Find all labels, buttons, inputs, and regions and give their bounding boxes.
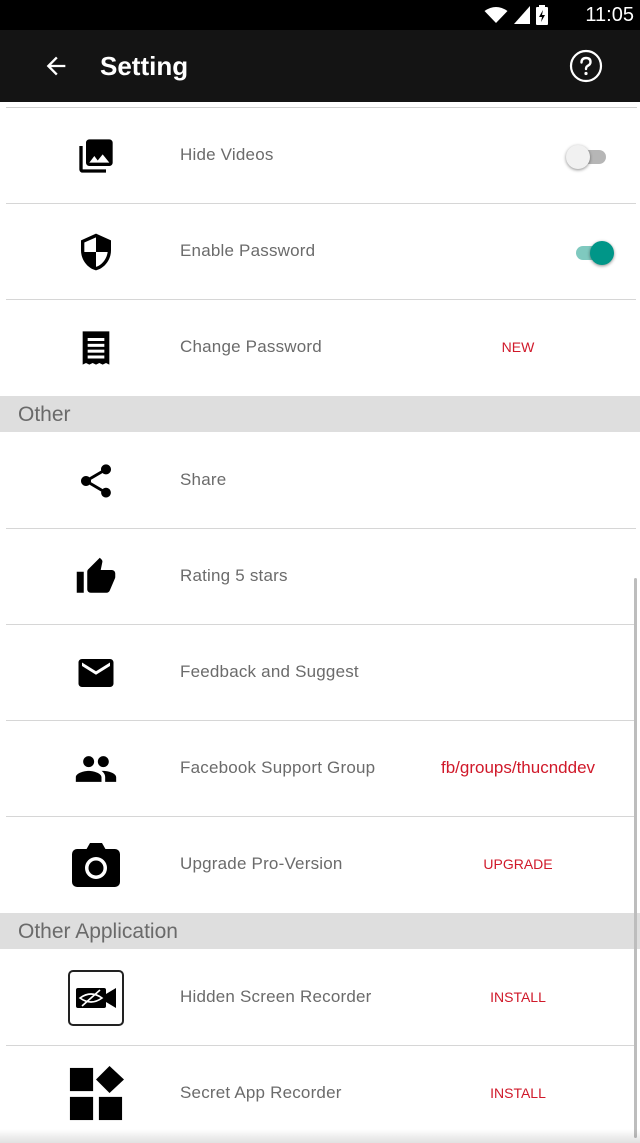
widgets-icon xyxy=(68,1066,124,1122)
scrollbar[interactable] xyxy=(634,578,637,1138)
switch-thumb xyxy=(566,145,590,169)
setting-label: Share xyxy=(180,470,227,489)
shield-icon xyxy=(70,226,122,278)
arrow-left-icon xyxy=(46,56,66,76)
cell-signal-icon xyxy=(514,6,530,24)
hide-videos-switch[interactable] xyxy=(566,138,610,174)
app-label: Secret App Recorder xyxy=(180,1083,342,1102)
facebook-group-link[interactable]: fb/groups/thucnddev xyxy=(400,757,636,779)
bottom-shadow xyxy=(0,1129,640,1143)
setting-row-hide-videos[interactable]: Hide Videos xyxy=(0,108,640,204)
section-title: Other Application xyxy=(18,920,178,943)
status-time: 11:05 xyxy=(585,4,634,26)
setting-label: Change Password xyxy=(180,337,322,356)
app-row-hidden-screen-recorder[interactable]: Hidden Screen Recorder INSTALL xyxy=(0,950,640,1046)
back-button[interactable] xyxy=(38,48,74,84)
setting-row-share[interactable]: Share xyxy=(0,433,640,529)
setting-row-facebook-group[interactable]: Facebook Support Group fb/groups/thucndd… xyxy=(0,721,640,817)
upgrade-button[interactable]: UPGRADE xyxy=(400,855,636,873)
setting-label: Rating 5 stars xyxy=(180,566,288,585)
settings-list: Hide Videos Enable Password Change Passw… xyxy=(0,102,640,1143)
setting-label: Enable Password xyxy=(180,241,316,260)
help-circle-icon xyxy=(569,49,603,83)
section-header-other-application: Other Application xyxy=(0,913,640,949)
section-header-other: Other xyxy=(0,396,640,432)
install-button[interactable]: INSTALL xyxy=(400,1084,636,1102)
setting-row-rating[interactable]: Rating 5 stars xyxy=(0,529,640,625)
switch-thumb xyxy=(590,241,614,265)
mail-icon xyxy=(70,647,122,699)
app-label: Hidden Screen Recorder xyxy=(180,987,372,1006)
setting-label: Hide Videos xyxy=(180,145,274,164)
hidden-recorder-icon xyxy=(68,970,124,1026)
thumbs-up-icon xyxy=(70,551,122,603)
battery-icon xyxy=(536,5,548,25)
setting-label: Facebook Support Group xyxy=(180,758,376,777)
people-icon xyxy=(70,743,122,795)
receipt-icon xyxy=(70,322,122,374)
app-bar: Setting xyxy=(0,30,640,102)
page-title: Setting xyxy=(100,51,189,81)
camera-icon xyxy=(70,839,122,891)
setting-row-change-password[interactable]: Change Password NEW xyxy=(0,300,640,396)
setting-row-feedback[interactable]: Feedback and Suggest xyxy=(0,625,640,721)
status-bar: 11:05 xyxy=(0,0,640,30)
status-icons xyxy=(484,5,548,25)
enable-password-switch[interactable] xyxy=(570,234,614,270)
share-icon xyxy=(70,455,122,507)
app-row-secret-app-recorder[interactable]: Secret App Recorder INSTALL xyxy=(0,1046,640,1142)
install-button[interactable]: INSTALL xyxy=(400,988,636,1006)
section-title: Other xyxy=(18,403,71,426)
wifi-icon xyxy=(484,7,508,23)
setting-label: Upgrade Pro-Version xyxy=(180,854,343,873)
help-button[interactable] xyxy=(568,48,604,84)
photo-library-icon xyxy=(70,130,122,182)
new-badge: NEW xyxy=(501,339,535,355)
setting-row-upgrade[interactable]: Upgrade Pro-Version UPGRADE xyxy=(0,817,640,913)
setting-label: Feedback and Suggest xyxy=(180,662,359,681)
setting-row-enable-password[interactable]: Enable Password xyxy=(0,204,640,300)
